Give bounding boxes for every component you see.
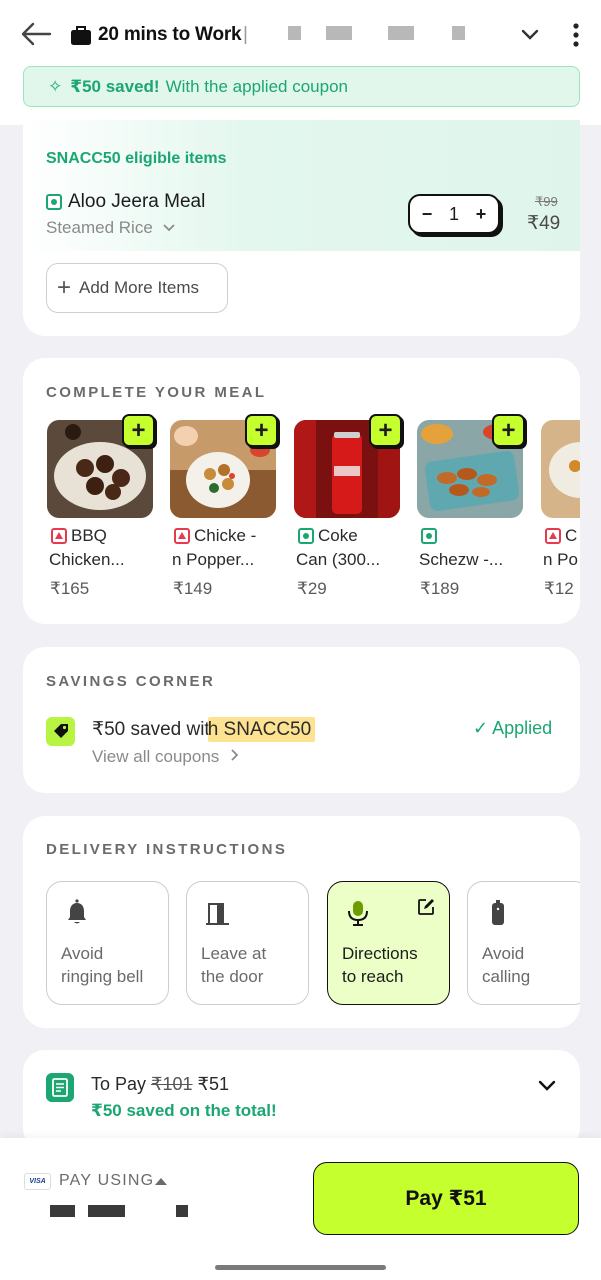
redacted-address [388,26,414,40]
bottom-pay-bar: VISA PAY USING Pay ₹51 [0,1138,601,1280]
title-separator: | [243,24,248,45]
banner-amount: ₹50 saved! [70,76,160,96]
add-button[interactable]: + [245,414,278,447]
quantity-value: 1 [448,203,459,224]
decrement-button[interactable]: − [418,204,436,225]
applied-status: ✓ Applied [473,718,553,738]
more-options-icon[interactable] [568,22,584,48]
chevron-down-icon[interactable] [538,1080,556,1092]
item-price: ₹189 [420,579,460,598]
pay-button[interactable]: Pay ₹51 [313,1162,579,1235]
address-title[interactable]: 20 mins to Work [98,24,242,46]
item-price: ₹29 [297,579,327,598]
instruction-avoid-bell[interactable]: Avoid ringing bell [46,881,169,1005]
delivery-instructions-card: DELIVERY INSTRUCTIONS Avoid ringing bell … [23,816,580,1028]
new-total: ₹51 [197,1074,230,1094]
item-name-line2: Schezw -... [419,550,504,569]
item-name: Aloo Jeera Meal [68,191,206,212]
veg-icon [298,528,314,544]
chevron-down-icon [162,224,175,232]
add-button[interactable]: + [122,414,155,447]
increment-button[interactable]: + [472,204,490,225]
bill-summary-card[interactable]: To Pay ₹101 ₹51 ₹50 saved on the total! [23,1050,580,1150]
item-name-line2: n Po [543,550,578,569]
item-price: ₹149 [173,579,213,598]
item-name-line2: Can (300... [296,550,381,569]
eligible-items-card: SNACC50 eligible items Aloo Jeera Meal S… [23,120,580,336]
banner-text: With the applied coupon [165,76,348,96]
edit-icon[interactable] [417,898,435,916]
non-veg-icon [51,528,67,544]
redacted-address [326,26,352,40]
section-title: DELIVERY INSTRUCTIONS [46,841,288,858]
add-button[interactable]: + [369,414,402,447]
item-name-line1: BBQ [71,526,107,545]
item-name-line2: n Popper... [172,550,255,569]
section-title: COMPLETE YOUR MEAL [46,384,267,401]
item-name-line1: Chicke - [194,526,257,545]
quantity-stepper[interactable]: − 1 + [408,194,500,234]
savings-banner: ✧ ₹50 saved! With the applied coupon [23,66,580,107]
item-name-line2: Chicken... [49,550,125,569]
redacted-card-number [176,1205,188,1217]
complete-meal-card: COMPLETE YOUR MEAL + BBQ Chicken... ₹165… [23,358,580,624]
door-icon [206,903,229,925]
add-button[interactable]: + [492,414,525,447]
visa-card-icon: VISA [24,1173,51,1190]
redacted-address [452,26,465,40]
eligible-title: SNACC50 eligible items [46,150,227,167]
item-sub-label: Steamed Rice [46,218,153,237]
coupon-code-highlight: h SNACC50 [207,717,316,742]
chevron-right-icon [231,749,239,761]
to-pay-line: To Pay ₹101 ₹51 [91,1074,230,1094]
meal-image [541,420,580,518]
section-title: SAVINGS CORNER [46,673,216,690]
mic-icon [348,901,368,926]
original-price: ₹99 [535,194,558,209]
item-name-line1: Coke [318,526,358,545]
instruction-avoid-calling[interactable]: Avoid calling [467,881,580,1005]
redacted-card-number [50,1205,75,1217]
caret-up-icon[interactable] [155,1178,167,1185]
instruction-directions[interactable]: Directions to reach [327,881,450,1005]
add-more-items-button[interactable]: + Add More Items [46,263,228,313]
header: 20 mins to Work | ✧ ₹50 saved! With the … [0,0,601,125]
bill-icon [46,1073,74,1102]
discounted-price: ₹49 [527,213,561,234]
redacted-address [288,26,301,40]
briefcase-icon [71,26,91,45]
coupon-saved-prefix: ₹50 saved wit [92,719,210,740]
instruction-label: Avoid ringing bell [61,944,144,986]
view-all-coupons-link[interactable]: View all coupons [92,747,240,767]
bell-icon [68,899,86,924]
phone-icon [492,900,504,925]
total-savings: ₹50 saved on the total! [91,1101,277,1120]
item-name-line1: C [565,526,578,545]
pay-using-selector[interactable]: PAY USING [59,1172,154,1190]
sparkle-icon: ✧ [48,76,63,96]
add-more-label: Add More Items [79,278,200,297]
back-arrow-icon[interactable] [20,20,52,48]
coupon-saved-text: ₹50 saved with SNACC50 [92,717,316,742]
view-all-label: View all coupons [92,747,220,766]
veg-icon [421,528,437,544]
chevron-down-icon[interactable] [520,27,540,43]
instruction-label: Avoid calling [482,944,531,986]
non-veg-icon [545,528,561,544]
home-indicator [215,1265,386,1270]
redacted-card-number [88,1205,125,1217]
instruction-label: Leave at the door [201,944,267,986]
plus-icon: + [57,274,72,301]
item-customization[interactable]: Steamed Rice [46,218,176,238]
veg-icon [46,194,62,210]
item-price: ₹165 [50,579,90,598]
item-price: ₹12 [544,579,574,598]
instruction-leave-door[interactable]: Leave at the door [186,881,309,1005]
savings-corner-card: SAVINGS CORNER ₹50 saved with SNACC50 Vi… [23,647,580,793]
non-veg-icon [174,528,190,544]
coupon-tag-icon [46,717,75,746]
old-total: ₹101 [151,1074,193,1094]
instruction-label: Directions to reach [342,944,418,986]
